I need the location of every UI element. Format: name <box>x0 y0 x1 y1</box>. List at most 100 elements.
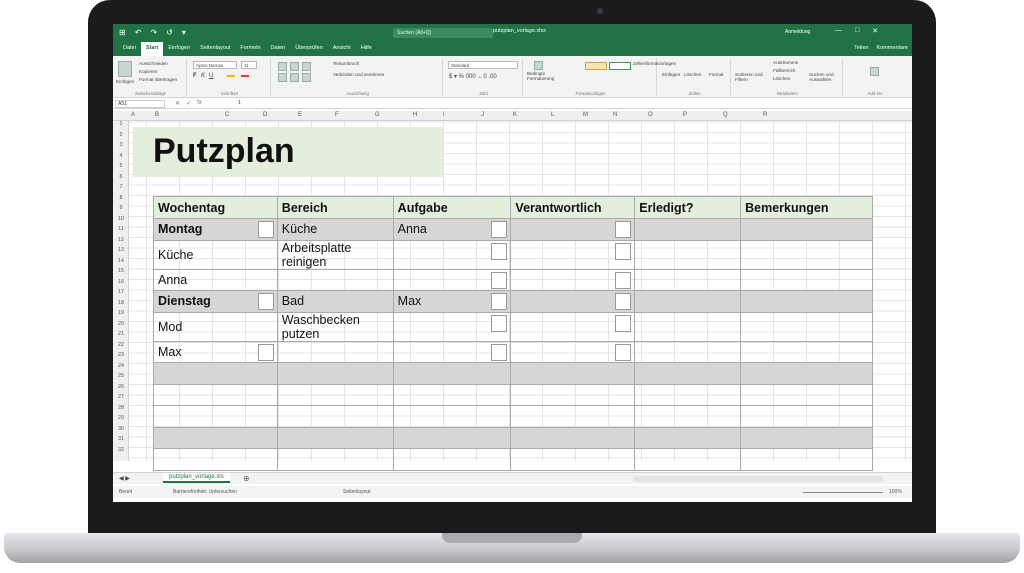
table-cell[interactable] <box>276 268 394 291</box>
table-cell[interactable] <box>740 426 873 449</box>
row-header[interactable]: 12 <box>113 237 129 243</box>
font-name-input[interactable]: Aptos Narrow <box>193 61 237 69</box>
cancel-icon[interactable]: ✕ <box>175 100 180 107</box>
column-header[interactable]: Q <box>723 112 728 118</box>
format-painter-button[interactable]: Format übertragen <box>139 77 177 82</box>
table-cell[interactable]: Küche <box>276 218 394 241</box>
fx-icon[interactable]: fx <box>197 100 202 107</box>
row-header[interactable]: 16 <box>113 279 129 285</box>
table-cell[interactable] <box>276 362 394 385</box>
table-cell[interactable] <box>510 268 636 291</box>
column-header[interactable]: K <box>513 112 517 118</box>
table-cell[interactable] <box>510 340 636 363</box>
table-cell[interactable] <box>510 239 636 270</box>
tab-home[interactable]: Start <box>140 42 164 56</box>
row-header[interactable]: 22 <box>113 342 129 348</box>
table-cell[interactable]: Max <box>392 290 512 313</box>
cell-style-swatch[interactable] <box>585 62 607 70</box>
tab-page-layout[interactable]: Seitenlayout <box>195 42 235 56</box>
customize-icon[interactable]: ▾ <box>182 28 186 37</box>
checkbox[interactable] <box>615 293 632 310</box>
table-cell[interactable] <box>392 426 512 449</box>
table-cell[interactable] <box>634 239 742 270</box>
italic-button[interactable]: K <box>201 73 205 79</box>
table-cell[interactable] <box>740 362 873 385</box>
table-cell[interactable] <box>740 340 873 363</box>
column-header[interactable]: E <box>298 112 302 118</box>
underline-button[interactable]: U <box>209 73 213 79</box>
comments-button[interactable]: Kommentare <box>877 45 909 51</box>
table-cell[interactable] <box>153 426 278 449</box>
table-cell[interactable] <box>634 311 742 342</box>
table-cell[interactable] <box>634 448 742 471</box>
table-cell[interactable] <box>510 290 636 313</box>
sheet-tab[interactable]: putzplan_vorlage.xls <box>163 473 230 483</box>
table-cell[interactable] <box>153 405 278 428</box>
sheet-nav-icons[interactable]: ◀ ▶ <box>119 475 130 482</box>
table-cell[interactable] <box>392 340 512 363</box>
column-header[interactable]: M <box>583 112 588 118</box>
row-header[interactable]: 25 <box>113 373 129 379</box>
row-header[interactable]: 8 <box>113 195 129 201</box>
align-left-icon[interactable] <box>278 73 287 82</box>
horizontal-scrollbar[interactable] <box>633 476 883 482</box>
table-cell[interactable] <box>153 383 278 406</box>
row-header[interactable]: 14 <box>113 258 129 264</box>
table-cell[interactable] <box>392 362 512 385</box>
table-cell[interactable] <box>634 426 742 449</box>
table-cell[interactable] <box>510 426 636 449</box>
tab-help[interactable]: Hilfe <box>356 42 377 56</box>
row-header[interactable]: 2 <box>113 132 129 138</box>
minimize-button[interactable]: — <box>835 27 842 35</box>
table-cell[interactable] <box>392 268 512 291</box>
number-format-select[interactable]: Standard <box>448 61 518 69</box>
cut-button[interactable]: Ausschneiden <box>139 61 168 66</box>
fill-color-icon[interactable] <box>227 75 235 77</box>
table-cell[interactable] <box>740 218 873 241</box>
row-header[interactable]: 5 <box>113 163 129 169</box>
row-header[interactable]: 1 <box>113 121 129 127</box>
table-cell[interactable] <box>634 405 742 428</box>
autosave-icon[interactable]: ⊞ <box>119 28 126 37</box>
checkbox[interactable] <box>491 271 508 289</box>
account-button[interactable]: Anmeldung <box>785 29 810 35</box>
table-cell[interactable] <box>510 383 636 406</box>
undo-icon[interactable]: ↶ <box>135 28 142 37</box>
checkbox[interactable] <box>257 343 274 361</box>
table-cell[interactable]: Bad <box>276 290 394 313</box>
table-cell[interactable] <box>740 239 873 270</box>
table-cell[interactable] <box>276 426 394 449</box>
bold-button[interactable]: F <box>193 73 197 79</box>
row-header[interactable]: 6 <box>113 174 129 180</box>
redo-icon[interactable]: ↷ <box>150 28 157 37</box>
row-header[interactable]: 28 <box>113 405 129 411</box>
row-header[interactable]: 31 <box>113 436 129 442</box>
row-header[interactable]: 3 <box>113 142 129 148</box>
tab-review[interactable]: Überprüfen <box>290 42 328 56</box>
row-header[interactable]: 24 <box>113 363 129 369</box>
table-cell[interactable] <box>153 362 278 385</box>
cell-styles-button[interactable]: Zellenformatvorlagen <box>633 61 676 66</box>
row-header[interactable]: 11 <box>113 226 129 232</box>
table-cell[interactable] <box>276 383 394 406</box>
zoom-slider[interactable] <box>803 492 883 493</box>
column-header[interactable]: N <box>613 112 617 118</box>
row-header[interactable]: 7 <box>113 184 129 190</box>
table-cell[interactable] <box>740 268 873 291</box>
checkbox[interactable] <box>615 242 632 260</box>
font-size-input[interactable]: 11 <box>241 61 257 69</box>
row-header[interactable]: 26 <box>113 384 129 390</box>
sort-filter-button[interactable]: Sortieren und Filtern <box>735 72 771 82</box>
row-header[interactable]: 9 <box>113 205 129 211</box>
column-header[interactable]: I <box>443 112 445 118</box>
wrap-text-button[interactable]: Textumbruch <box>333 61 359 66</box>
row-header[interactable]: 30 <box>113 426 129 432</box>
column-header[interactable]: J <box>481 112 484 118</box>
row-header[interactable]: 32 <box>113 447 129 453</box>
column-header[interactable]: H <box>413 112 417 118</box>
table-cell[interactable] <box>392 383 512 406</box>
checkbox[interactable] <box>615 343 632 361</box>
checkbox[interactable] <box>257 293 274 310</box>
maximize-button[interactable]: □ <box>855 27 859 35</box>
checkbox[interactable] <box>615 271 632 289</box>
